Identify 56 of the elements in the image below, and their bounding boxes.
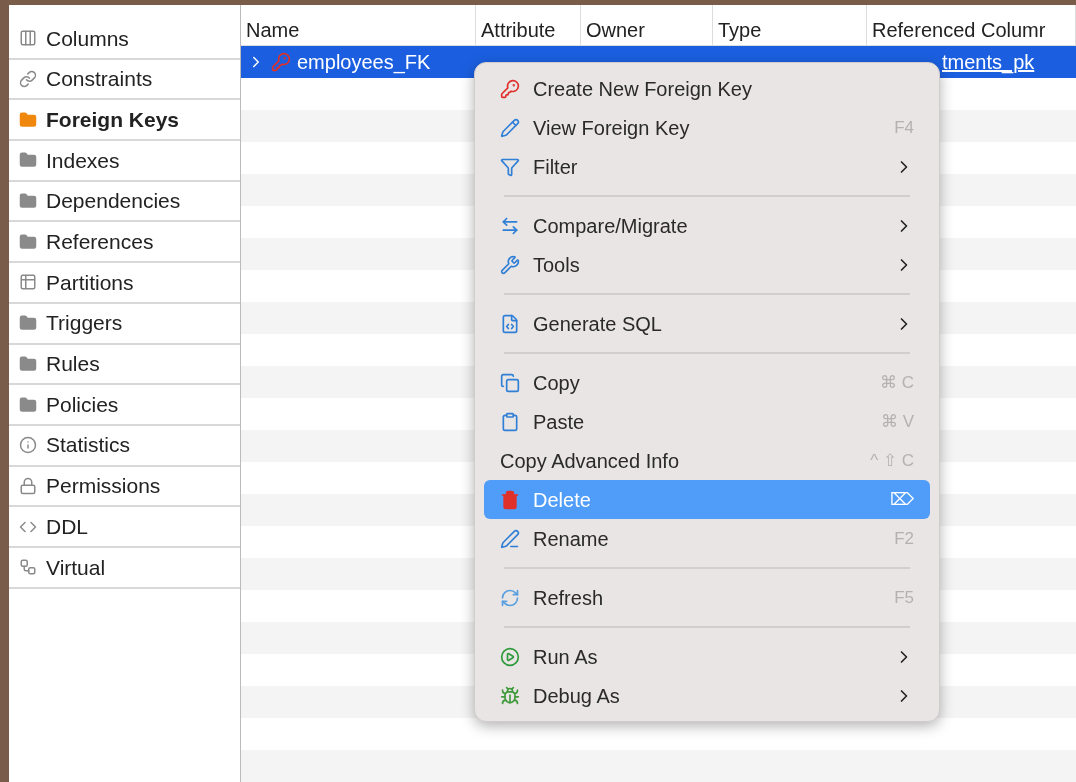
table-cell: tments_pk xyxy=(942,51,1035,74)
nodes-icon xyxy=(19,558,37,577)
sidebar-item[interactable]: Indexes xyxy=(9,141,240,182)
pencil-icon xyxy=(500,117,520,138)
menu-item[interactable]: Run As xyxy=(484,637,930,676)
table-icon xyxy=(19,273,37,292)
sidebar-item[interactable]: Constraints xyxy=(9,59,240,101)
sidebar-item[interactable]: Foreign Keys xyxy=(9,100,240,142)
sidebar-item[interactable]: Virtual xyxy=(9,547,240,589)
folder-icon xyxy=(19,314,37,333)
folder-icon xyxy=(19,192,37,211)
sidebar-item[interactable]: Policies xyxy=(9,385,240,426)
sidebar-item[interactable]: Permissions xyxy=(9,466,240,508)
shortcut-label: ⌦ xyxy=(890,488,914,511)
folder-icon xyxy=(19,110,37,129)
sidebar-item[interactable]: DDL xyxy=(9,507,240,548)
clipboard-icon xyxy=(500,411,520,432)
table-cell-text: employees_FK xyxy=(297,50,431,76)
column-header[interactable]: Referenced Columr xyxy=(867,5,1076,46)
menu-item[interactable]: Create New Foreign Key xyxy=(484,69,930,108)
trash-icon xyxy=(500,489,520,510)
compare-icon xyxy=(500,215,520,236)
menu-item[interactable]: Generate SQL xyxy=(484,304,930,343)
play-icon xyxy=(500,646,520,667)
lock-icon xyxy=(19,476,37,495)
column-header[interactable]: Type xyxy=(713,5,867,46)
menu-item[interactable]: Debug As xyxy=(484,676,930,715)
folder-icon xyxy=(19,232,37,251)
sidebar-item[interactable]: Rules xyxy=(9,344,240,386)
columns-icon xyxy=(19,29,37,48)
menu-item[interactable]: Tools xyxy=(484,245,930,284)
sidebar-item[interactable]: Dependencies xyxy=(9,181,240,223)
key-icon xyxy=(271,52,291,73)
filter-icon xyxy=(500,156,520,177)
column-header[interactable]: Name xyxy=(241,5,476,46)
refresh-icon xyxy=(500,587,520,608)
menu-item[interactable]: Compare/Migrate xyxy=(484,206,930,245)
key-icon xyxy=(500,78,520,99)
column-header[interactable]: Owner xyxy=(581,5,713,46)
sidebar-item[interactable]: Statistics xyxy=(9,425,240,467)
link-icon xyxy=(19,70,37,89)
folder-icon xyxy=(19,151,37,170)
pen-icon xyxy=(500,528,520,549)
sidebar-item[interactable]: Partitions xyxy=(9,263,240,304)
menu-item[interactable]: Filter xyxy=(484,147,930,186)
column-header[interactable]: Attribute xyxy=(476,5,581,46)
copy-icon xyxy=(500,372,520,393)
sidebar-item[interactable]: References xyxy=(9,222,240,264)
folder-icon xyxy=(19,354,37,373)
folder-icon xyxy=(19,395,37,414)
sidebar-item[interactable]: Triggers xyxy=(9,303,240,345)
info-icon xyxy=(19,436,37,455)
bug-icon xyxy=(500,685,520,706)
sidebar-item[interactable]: Columns xyxy=(9,19,240,60)
wrench-icon xyxy=(500,254,520,275)
sql-file-icon xyxy=(500,313,520,334)
